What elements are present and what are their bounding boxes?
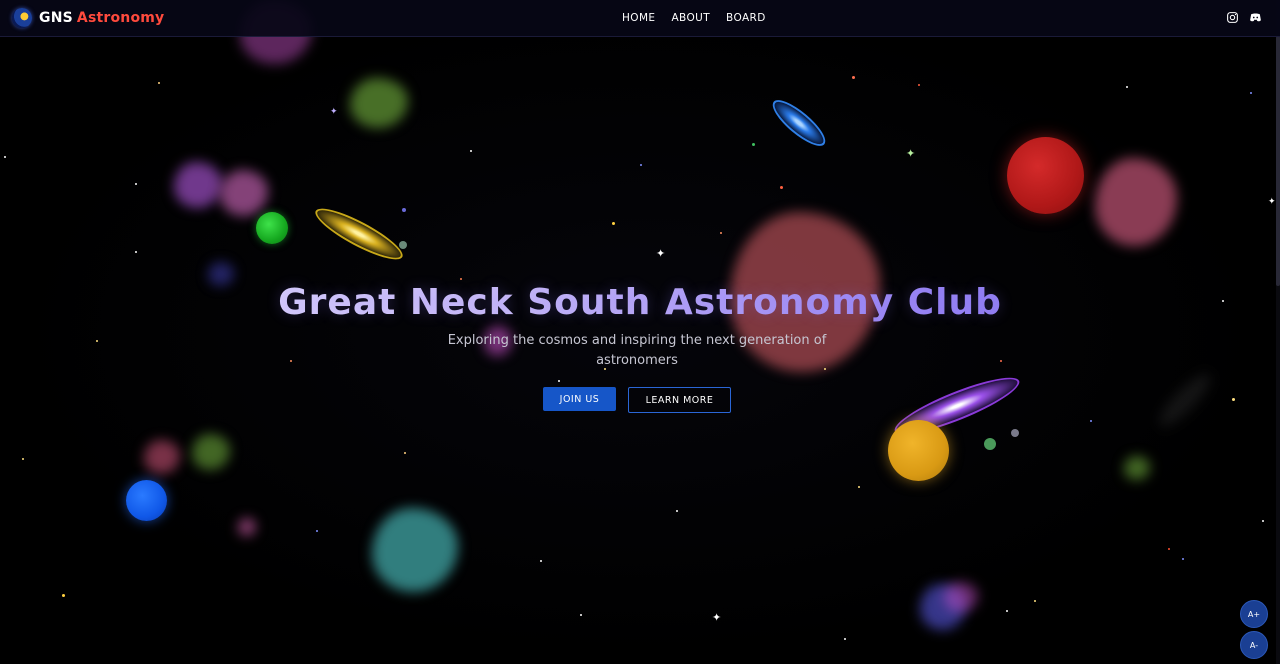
star bbox=[1182, 558, 1184, 560]
planet-red bbox=[1007, 137, 1084, 214]
star bbox=[22, 458, 24, 460]
star bbox=[580, 614, 582, 616]
join-us-button[interactable]: JOIN US bbox=[543, 387, 616, 411]
galaxy-gold bbox=[310, 200, 408, 268]
star bbox=[135, 251, 137, 253]
star bbox=[1232, 398, 1235, 401]
decrease-font-button[interactable]: A- bbox=[1240, 631, 1268, 659]
star bbox=[640, 164, 642, 166]
logo-text: GNS Astronomy bbox=[39, 10, 164, 26]
scrollbar-thumb[interactable] bbox=[1276, 36, 1280, 286]
hero-title: Great Neck South Astronomy Club bbox=[0, 282, 1280, 323]
star bbox=[752, 143, 755, 146]
nav-link-board[interactable]: BOARD bbox=[726, 12, 766, 24]
sparkle-4: ✦ bbox=[330, 107, 338, 117]
sparkle-3: ✦ bbox=[712, 611, 722, 624]
star bbox=[4, 156, 6, 158]
nebula-dark-arc bbox=[1153, 368, 1217, 432]
star bbox=[918, 84, 920, 86]
nav-links: HOME ABOUT BOARD bbox=[622, 12, 766, 24]
star bbox=[540, 560, 542, 562]
star bbox=[1168, 548, 1170, 550]
sparkle-2: ✦ bbox=[906, 147, 916, 160]
star bbox=[1034, 600, 1036, 602]
star bbox=[96, 340, 98, 342]
moon-small-grey bbox=[1011, 429, 1019, 437]
sparkle-1: ✦ bbox=[656, 247, 666, 260]
star bbox=[612, 222, 615, 225]
star bbox=[844, 638, 846, 640]
star bbox=[1090, 420, 1092, 422]
star bbox=[858, 486, 860, 488]
nebula-pink-left bbox=[220, 170, 268, 216]
nebula-teal bbox=[372, 508, 458, 592]
star bbox=[1250, 92, 1252, 94]
discord-icon[interactable] bbox=[1249, 11, 1262, 24]
star bbox=[1000, 360, 1002, 362]
moon-small-grey-2 bbox=[399, 241, 407, 249]
nav-link-about[interactable]: ABOUT bbox=[671, 12, 710, 24]
galaxy-blue bbox=[766, 93, 832, 153]
instagram-icon[interactable] bbox=[1226, 11, 1239, 24]
logo-text-gns: GNS bbox=[39, 10, 73, 26]
star bbox=[558, 380, 560, 382]
moon-small-green bbox=[984, 438, 996, 450]
nebula-purple-left bbox=[174, 162, 222, 208]
nebula-green bbox=[350, 78, 408, 128]
star bbox=[62, 594, 65, 597]
nebula-green-right bbox=[1124, 456, 1150, 480]
star bbox=[1262, 520, 1264, 522]
site-logo[interactable]: GNS Astronomy bbox=[12, 7, 164, 29]
nebula-pink-right bbox=[1095, 158, 1177, 246]
nav-link-home[interactable]: HOME bbox=[622, 12, 655, 24]
hero-subtitle: Exploring the cosmos and inspiring the n… bbox=[447, 333, 827, 368]
star bbox=[720, 232, 722, 234]
planet-logo-icon bbox=[12, 8, 32, 28]
planet-green bbox=[256, 212, 288, 244]
star bbox=[460, 278, 462, 280]
star bbox=[135, 183, 137, 185]
star bbox=[402, 208, 406, 212]
increase-font-button[interactable]: A+ bbox=[1240, 600, 1268, 628]
nebula-pink-small bbox=[238, 518, 256, 536]
star bbox=[1006, 610, 1008, 612]
top-navigation-bar: GNS Astronomy HOME ABOUT BOARD bbox=[0, 0, 1280, 37]
scrollbar-track[interactable] bbox=[1276, 0, 1280, 664]
star bbox=[1126, 86, 1128, 88]
planet-blue bbox=[126, 480, 167, 521]
star bbox=[316, 530, 318, 532]
star bbox=[852, 76, 855, 79]
star bbox=[470, 150, 472, 152]
logo-text-astronomy: Astronomy bbox=[76, 10, 165, 26]
star bbox=[780, 186, 783, 189]
learn-more-button[interactable]: LEARN MORE bbox=[628, 387, 731, 413]
star bbox=[676, 510, 678, 512]
planet-yellow bbox=[888, 420, 949, 481]
star bbox=[158, 82, 160, 84]
nebula-pink-bottom-left bbox=[144, 440, 180, 474]
star bbox=[290, 360, 292, 362]
nebula-green-bottom-left bbox=[192, 434, 230, 470]
star bbox=[404, 452, 406, 454]
social-links bbox=[1226, 11, 1262, 24]
sparkle-5: ✦ bbox=[1268, 197, 1276, 207]
nebula-magenta-bottom bbox=[944, 582, 978, 612]
